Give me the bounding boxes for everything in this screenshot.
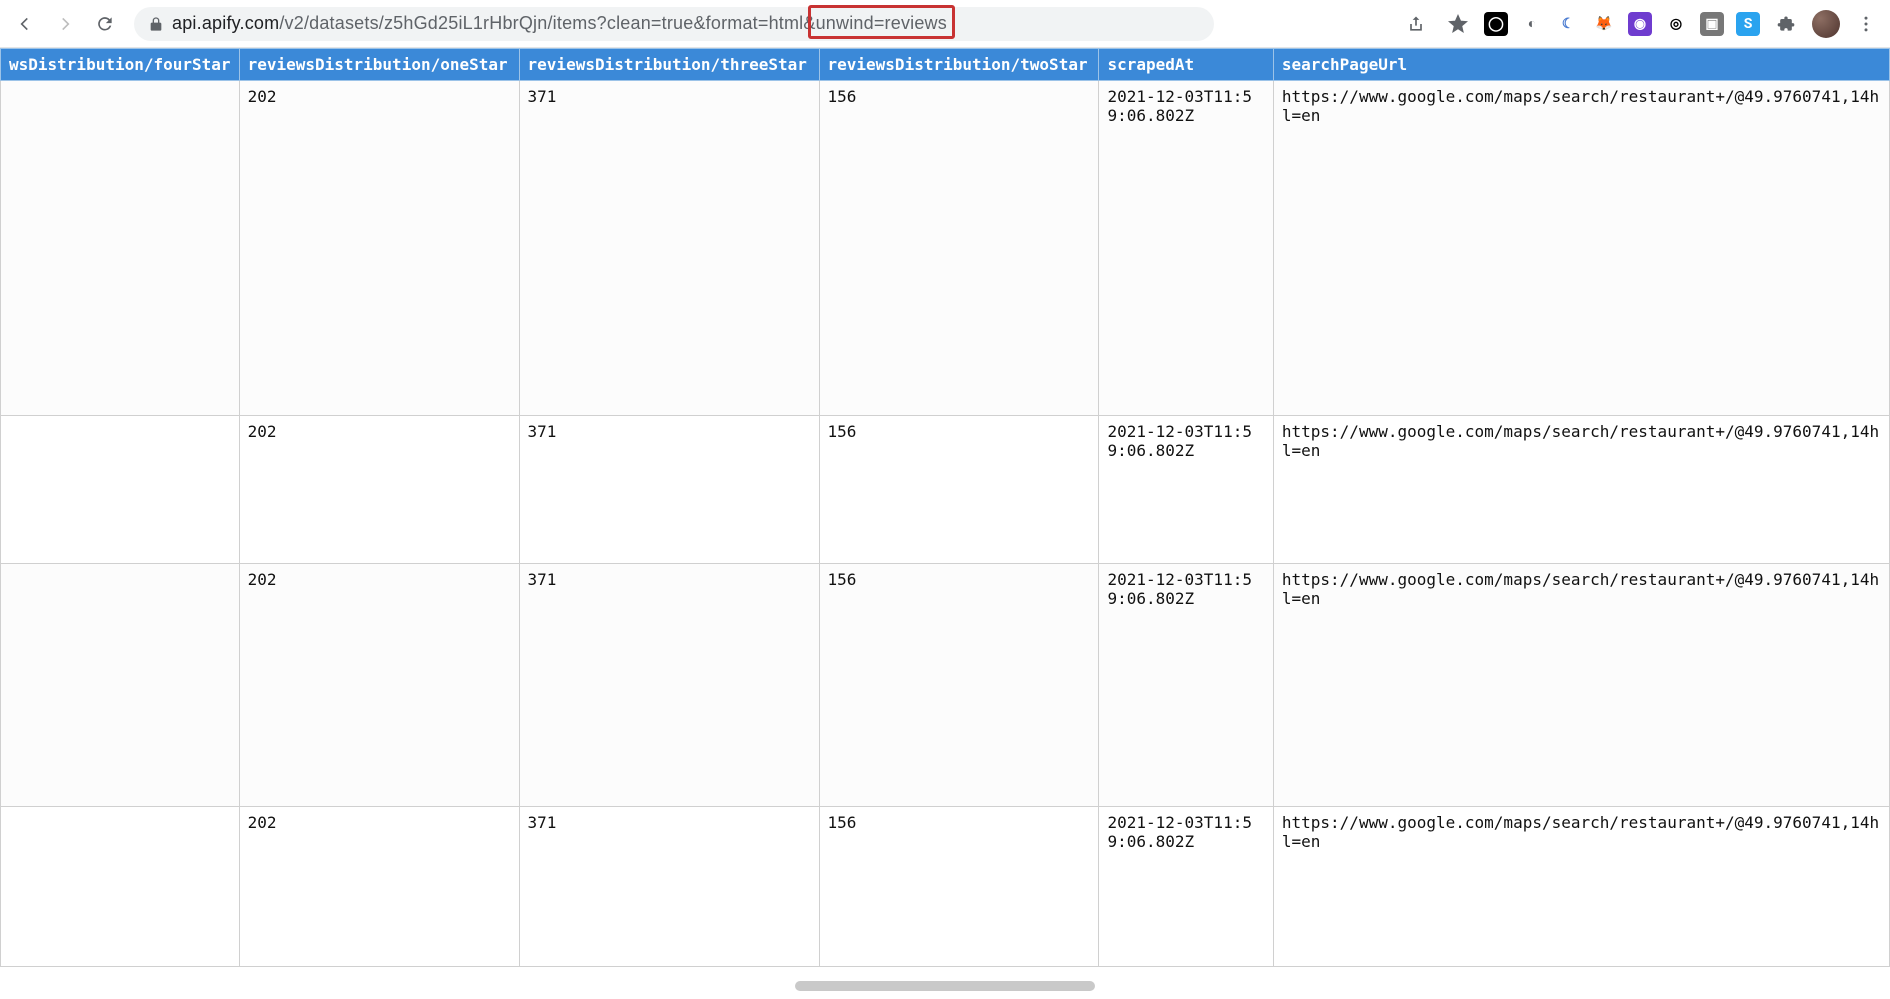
puzzle-icon <box>1776 14 1796 34</box>
table-cell: 156 <box>819 564 1099 807</box>
extension-icon[interactable]: ◯ <box>1484 12 1508 36</box>
reload-icon <box>95 14 115 34</box>
table-cell: 156 <box>819 807 1099 967</box>
table-cell <box>1 416 240 564</box>
share-button[interactable] <box>1400 8 1432 40</box>
chrome-menu-button[interactable] <box>1850 8 1882 40</box>
lock-icon <box>148 16 164 32</box>
page-viewport: wsDistribution/fourStar reviewsDistribut… <box>0 48 1890 999</box>
reload-button[interactable] <box>88 7 122 41</box>
extension-icon[interactable]: 🦊 <box>1592 12 1616 36</box>
table-header: wsDistribution/fourStar reviewsDistribut… <box>1 49 1890 81</box>
extensions-strip: ◯ ◐ ☾ 🦊 ◉ ◎ ▣ S <box>1484 12 1760 36</box>
scrollbar-thumb[interactable] <box>795 981 1095 991</box>
table-cell: 371 <box>519 564 819 807</box>
table-cell: 156 <box>819 416 1099 564</box>
col-header: scrapedAt <box>1099 49 1273 81</box>
bookmark-button[interactable] <box>1442 8 1474 40</box>
kebab-icon <box>1856 14 1876 34</box>
url-text: api.apify.com/v2/datasets/z5hGd25iL1rHbr… <box>172 13 947 34</box>
table-cell <box>1 807 240 967</box>
table-cell: 2021-12-03T11:59:06.802Z <box>1099 564 1273 807</box>
extension-icon[interactable]: ◉ <box>1628 12 1652 36</box>
extension-icon[interactable]: ▣ <box>1700 12 1724 36</box>
table-cell: https://www.google.com/maps/search/resta… <box>1273 81 1889 416</box>
url-path: /v2/datasets/z5hGd25iL1rHbrQjn/items?cle… <box>279 13 815 33</box>
table-cell: 156 <box>819 81 1099 416</box>
col-header: wsDistribution/fourStar <box>1 49 240 81</box>
profile-avatar[interactable] <box>1812 10 1840 38</box>
table-cell: 371 <box>519 416 819 564</box>
table-cell <box>1 81 240 416</box>
back-button[interactable] <box>8 7 42 41</box>
table-cell: 371 <box>519 807 819 967</box>
star-icon <box>1448 14 1468 34</box>
table-cell: 2021-12-03T11:59:06.802Z <box>1099 81 1273 416</box>
extension-icon[interactable]: ◎ <box>1664 12 1688 36</box>
url-highlight-text: unwind=reviews <box>816 13 947 33</box>
table-row: 2023711562021-12-03T11:59:06.802Zhttps:/… <box>1 807 1890 967</box>
extension-icon[interactable]: ◐ <box>1520 12 1544 36</box>
share-icon <box>1406 14 1426 34</box>
extension-icon[interactable]: ☾ <box>1556 12 1580 36</box>
arrow-right-icon <box>55 14 75 34</box>
table-cell <box>1 564 240 807</box>
table-cell: https://www.google.com/maps/search/resta… <box>1273 807 1889 967</box>
horizontal-scrollbar[interactable] <box>0 981 1890 995</box>
table-row: 2023711562021-12-03T11:59:06.802Zhttps:/… <box>1 81 1890 416</box>
extension-icon[interactable]: S <box>1736 12 1760 36</box>
table-cell: 202 <box>239 564 519 807</box>
col-header: reviewsDistribution/twoStar <box>819 49 1099 81</box>
data-table: wsDistribution/fourStar reviewsDistribut… <box>0 48 1890 967</box>
arrow-left-icon <box>15 14 35 34</box>
table-cell: 202 <box>239 81 519 416</box>
table-cell: 2021-12-03T11:59:06.802Z <box>1099 807 1273 967</box>
table-body: 2023711562021-12-03T11:59:06.802Zhttps:/… <box>1 81 1890 967</box>
url-domain: api.apify.com <box>172 13 279 33</box>
table-cell: https://www.google.com/maps/search/resta… <box>1273 564 1889 807</box>
table-cell: 202 <box>239 416 519 564</box>
forward-button[interactable] <box>48 7 82 41</box>
address-bar[interactable]: api.apify.com/v2/datasets/z5hGd25iL1rHbr… <box>134 7 1214 41</box>
table-cell: 202 <box>239 807 519 967</box>
browser-toolbar: api.apify.com/v2/datasets/z5hGd25iL1rHbr… <box>0 0 1890 48</box>
col-header: reviewsDistribution/threeStar <box>519 49 819 81</box>
toolbar-actions: ◯ ◐ ☾ 🦊 ◉ ◎ ▣ S <box>1400 8 1882 40</box>
col-header: reviewsDistribution/oneStar <box>239 49 519 81</box>
table-row: 2023711562021-12-03T11:59:06.802Zhttps:/… <box>1 564 1890 807</box>
table-cell: https://www.google.com/maps/search/resta… <box>1273 416 1889 564</box>
extensions-button[interactable] <box>1770 8 1802 40</box>
table-row: 2023711562021-12-03T11:59:06.802Zhttps:/… <box>1 416 1890 564</box>
table-cell: 371 <box>519 81 819 416</box>
col-header: searchPageUrl <box>1273 49 1889 81</box>
table-cell: 2021-12-03T11:59:06.802Z <box>1099 416 1273 564</box>
